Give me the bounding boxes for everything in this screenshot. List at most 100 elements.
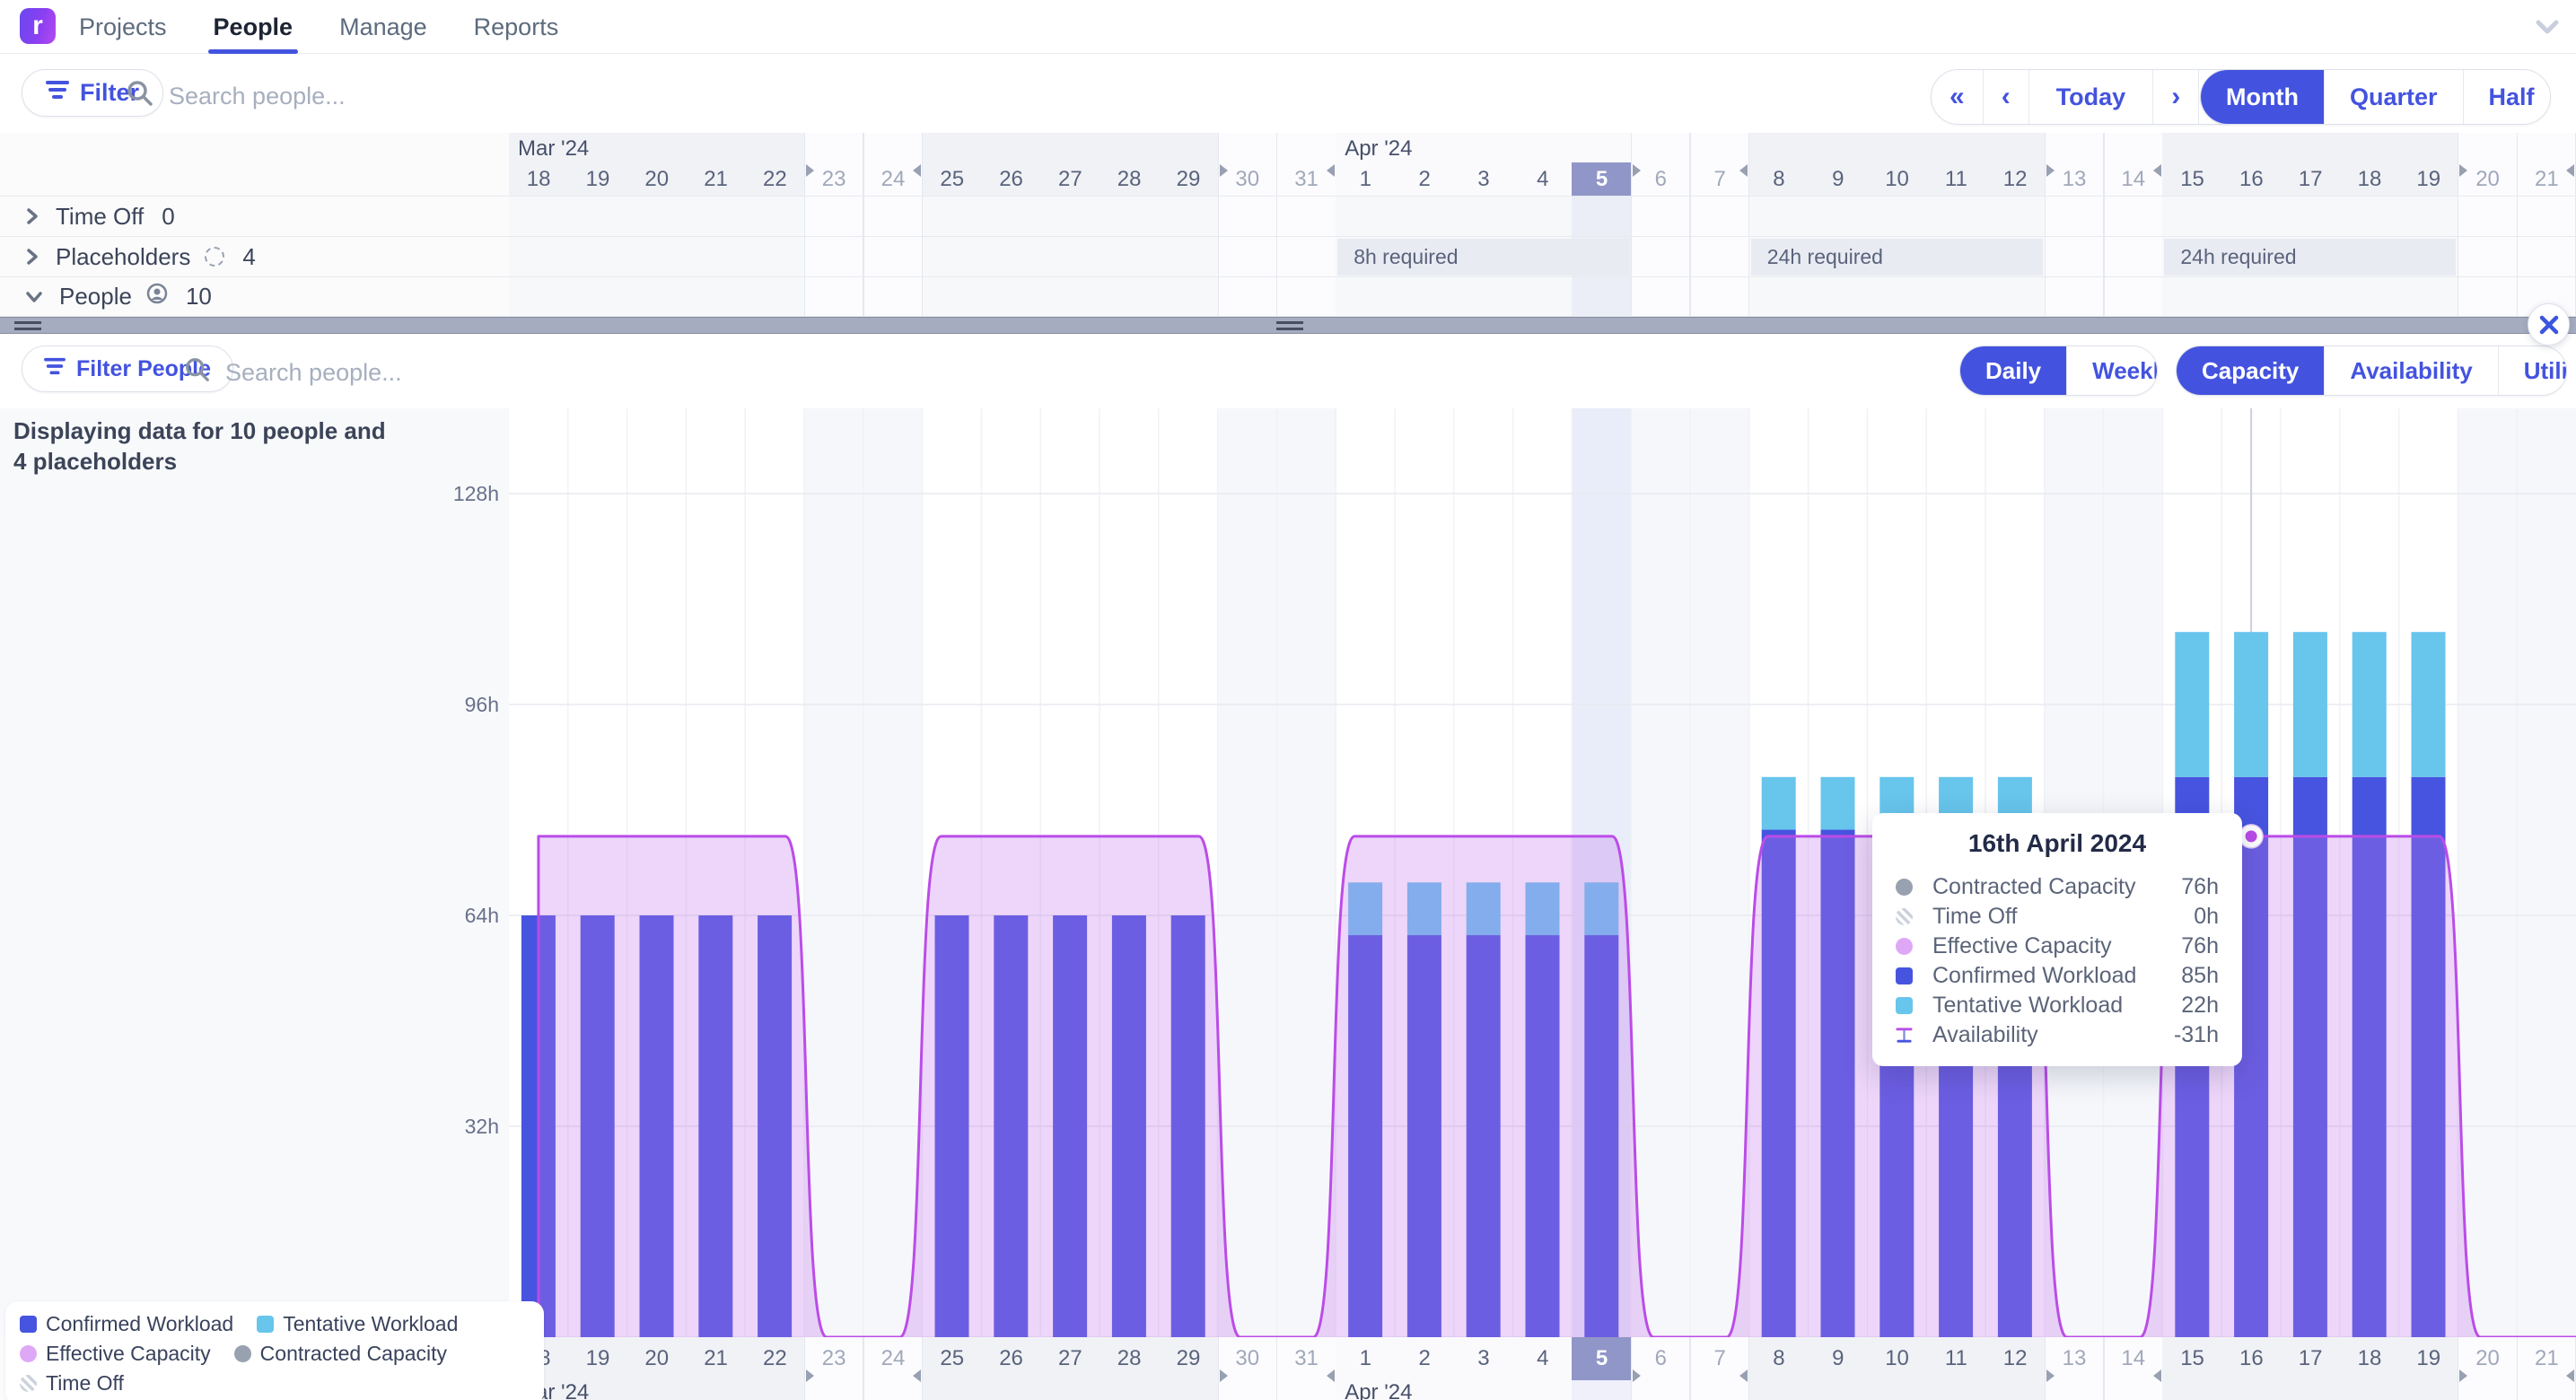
date-label[interactable]: 16 <box>2221 162 2281 196</box>
date-label[interactable]: 3 <box>1454 162 1513 196</box>
nav-item-reports[interactable]: Reports <box>474 0 559 54</box>
chevron-right-icon[interactable] <box>23 246 41 267</box>
date-label[interactable]: 12 <box>1985 1337 2045 1380</box>
date-label[interactable]: 19 <box>568 162 627 196</box>
collapse-left-icon[interactable] <box>2153 164 2161 177</box>
date-label[interactable]: 21 <box>686 162 745 196</box>
date-label[interactable]: 18 <box>509 162 568 196</box>
date-label[interactable]: 4 <box>1513 1337 1573 1380</box>
date-label[interactable]: 19 <box>2399 1337 2458 1380</box>
date-label[interactable]: 16 <box>2221 1337 2281 1380</box>
mode-tab-utilization[interactable]: Utilization <box>2498 346 2567 395</box>
date-label[interactable]: 18 <box>2340 162 2399 196</box>
chevron-down-icon[interactable] <box>23 288 45 306</box>
date-label[interactable]: 29 <box>1159 162 1218 196</box>
range-tab-month[interactable]: Month <box>2201 70 2324 124</box>
mode-tab-availability[interactable]: Availability <box>2324 346 2497 395</box>
pane-splitter[interactable] <box>0 317 2576 334</box>
date-label[interactable]: 11 <box>1926 1337 1985 1380</box>
date-label[interactable]: 15 <box>2162 162 2221 196</box>
collapse-right-icon[interactable] <box>2046 164 2055 177</box>
date-label[interactable]: 22 <box>745 1337 804 1380</box>
date-label[interactable]: 8 <box>1749 1337 1809 1380</box>
date-label[interactable]: 8 <box>1749 162 1809 196</box>
date-label[interactable]: 25 <box>923 1337 982 1380</box>
date-label[interactable]: 28 <box>1100 162 1159 196</box>
collapse-right-icon[interactable] <box>806 164 814 177</box>
date-label[interactable]: 22 <box>745 162 804 196</box>
chevron-right-icon[interactable] <box>23 206 41 227</box>
close-panel-button[interactable] <box>2528 303 2570 346</box>
date-label[interactable]: 27 <box>1040 162 1100 196</box>
date-label[interactable]: 3 <box>1454 1337 1513 1380</box>
collapse-right-icon[interactable] <box>2046 1369 2055 1382</box>
search-people-input[interactable] <box>169 83 546 110</box>
date-label[interactable]: 18 <box>2340 1337 2399 1380</box>
collapse-left-icon[interactable] <box>913 164 921 177</box>
date-label[interactable]: 25 <box>923 162 982 196</box>
row-time-off[interactable]: Time Off 0 <box>0 196 2576 236</box>
pager-jump-back[interactable]: « <box>1932 70 1983 124</box>
collapse-right-icon[interactable] <box>806 1369 814 1382</box>
date-label[interactable]: 9 <box>1809 1337 1868 1380</box>
date-label[interactable]: 11 <box>1926 162 1985 196</box>
app-logo[interactable]: r <box>20 8 56 44</box>
date-label[interactable]: 5 <box>1572 1337 1631 1380</box>
required-hours-cell[interactable]: 24h required <box>1751 239 2043 276</box>
date-label[interactable]: 10 <box>1867 162 1926 196</box>
collapse-right-icon[interactable] <box>2459 164 2467 177</box>
collapse-right-icon[interactable] <box>1633 164 1641 177</box>
date-label[interactable]: 2 <box>1395 1337 1454 1380</box>
date-label[interactable]: 1 <box>1336 1337 1395 1380</box>
collapse-left-icon[interactable] <box>1739 1369 1748 1382</box>
collapse-right-icon[interactable] <box>1633 1369 1641 1382</box>
collapse-left-icon[interactable] <box>1327 164 1335 177</box>
pager-step-forward[interactable]: › <box>2152 70 2198 124</box>
date-label[interactable]: 12 <box>1985 162 2045 196</box>
row-people[interactable]: People 10 <box>0 276 2576 317</box>
capacity-chart[interactable] <box>509 408 2576 1337</box>
collapse-left-icon[interactable] <box>913 1369 921 1382</box>
date-label[interactable]: 26 <box>981 162 1040 196</box>
date-label[interactable]: 17 <box>2281 162 2340 196</box>
range-tab-half[interactable]: Half <box>2463 70 2551 124</box>
collapse-left-icon[interactable] <box>1739 164 1748 177</box>
splitter-grip-center[interactable] <box>1276 321 1303 330</box>
view-tab-weekly[interactable]: Weekly <box>2066 346 2158 395</box>
pager-step-back[interactable]: ‹ <box>1983 70 2028 124</box>
date-label[interactable]: 15 <box>2162 1337 2221 1380</box>
date-label[interactable]: 4 <box>1513 162 1573 196</box>
view-tab-daily[interactable]: Daily <box>1960 346 2066 395</box>
date-label[interactable]: 9 <box>1809 162 1868 196</box>
nav-item-projects[interactable]: Projects <box>79 0 167 54</box>
collapse-right-icon[interactable] <box>2459 1369 2467 1382</box>
range-tab-quarter[interactable]: Quarter <box>2324 70 2463 124</box>
collapse-right-icon[interactable] <box>1220 164 1228 177</box>
collapse-left-icon[interactable] <box>1327 1369 1335 1382</box>
date-label[interactable]: 17 <box>2281 1337 2340 1380</box>
collapse-right-icon[interactable] <box>1220 1369 1228 1382</box>
date-label[interactable]: 10 <box>1867 1337 1926 1380</box>
date-label[interactable]: 20 <box>627 162 687 196</box>
search-people-input-secondary[interactable] <box>225 359 602 387</box>
row-placeholders[interactable]: Placeholders 4 8h required24h required24… <box>0 236 2576 276</box>
date-label[interactable]: 28 <box>1100 1337 1159 1380</box>
pager-today[interactable]: Today <box>2028 70 2153 124</box>
date-label[interactable]: 5 <box>1572 162 1631 196</box>
nav-item-manage[interactable]: Manage <box>339 0 427 54</box>
date-label[interactable]: 21 <box>686 1337 745 1380</box>
required-hours-cell[interactable]: 8h required <box>1337 239 1629 276</box>
nav-item-people[interactable]: People <box>214 0 294 54</box>
date-label[interactable]: 19 <box>2399 162 2458 196</box>
chevron-down-icon[interactable] <box>2533 16 2562 42</box>
date-label[interactable]: 1 <box>1336 162 1395 196</box>
date-label[interactable]: 29 <box>1159 1337 1218 1380</box>
date-label[interactable]: 20 <box>627 1337 687 1380</box>
date-label[interactable]: 27 <box>1040 1337 1100 1380</box>
collapse-left-icon[interactable] <box>2153 1369 2161 1382</box>
mode-tab-capacity[interactable]: Capacity <box>2177 346 2324 395</box>
splitter-grip-left[interactable] <box>14 321 41 330</box>
date-label[interactable]: 2 <box>1395 162 1454 196</box>
required-hours-cell[interactable]: 24h required <box>2164 239 2456 276</box>
collapse-left-icon[interactable] <box>2566 164 2574 177</box>
